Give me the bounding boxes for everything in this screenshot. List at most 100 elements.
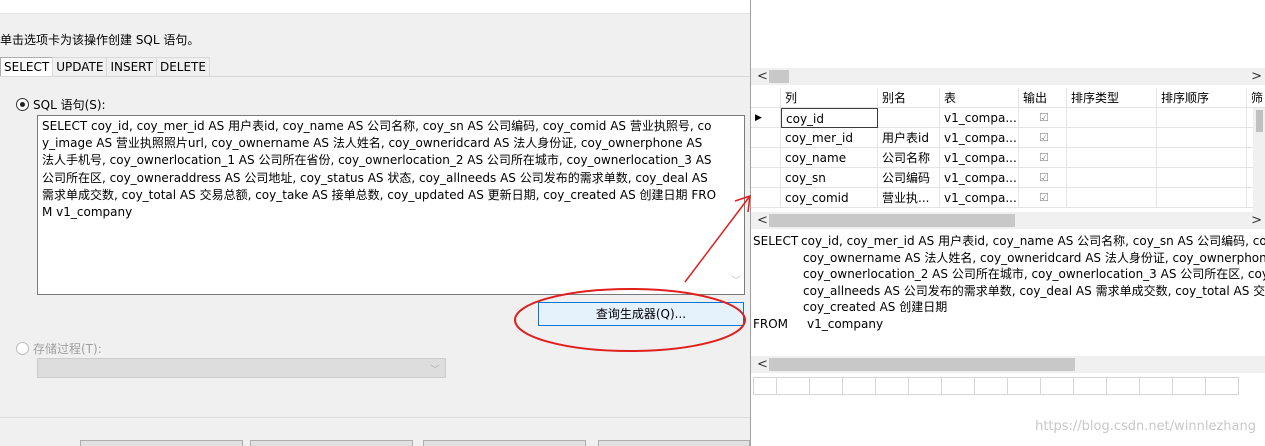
scroll-left-icon[interactable]: < [757, 68, 768, 85]
row-header[interactable] [751, 168, 781, 188]
row-header[interactable] [751, 128, 781, 148]
grid-cell-sort-order[interactable] [1157, 168, 1247, 188]
tab-update[interactable]: UPDATE [52, 57, 108, 76]
grid-header-filter: 筛 [1247, 88, 1265, 108]
grid-header-alias: 别名 [878, 88, 940, 108]
grid-row[interactable]: ▶ coy_id v1_compa... ☑ [751, 108, 1265, 128]
tab-select[interactable]: SELECT [0, 57, 54, 77]
grid-cell-sort-type[interactable] [1067, 168, 1157, 188]
grid-cell-table[interactable]: v1_compa... [940, 128, 1019, 148]
results-header-row [753, 377, 1239, 395]
sql-line: coy_created AS 创建日期 [803, 300, 948, 314]
grid-hscrollbar[interactable]: < > [751, 212, 1265, 229]
previous-button[interactable] [80, 440, 243, 446]
grid-cell-table[interactable]: v1_compa... [940, 168, 1019, 188]
footer-divider [0, 417, 750, 418]
diagram-hscrollbar[interactable]: < > [751, 68, 1265, 85]
scrollbar-thumb[interactable] [769, 70, 789, 83]
grid-cell-sort-type[interactable] [1067, 188, 1157, 208]
sql-keyword: SELECT [753, 234, 799, 248]
grid-cell-sort-order[interactable] [1157, 188, 1247, 208]
grid-cell-sort-order[interactable] [1157, 128, 1247, 148]
sql-statement-label: SQL 语句(S): [33, 98, 106, 112]
grid-cell-column[interactable]: coy_mer_id [781, 128, 878, 148]
grid-cell-sort-type[interactable] [1067, 108, 1157, 128]
grid-cell-alias[interactable]: 公司编码 [878, 168, 940, 188]
diagram-pane[interactable] [751, 0, 1265, 68]
stored-procedure-label: 存储过程(T): [33, 342, 102, 356]
scroll-left-icon[interactable]: < [757, 212, 768, 229]
grid-header-sort-type: 排序类型 [1067, 88, 1157, 108]
grid-cell-column[interactable]: coy_name [781, 148, 878, 168]
scrollbar-thumb[interactable] [769, 358, 1075, 371]
grid-cell-column[interactable]: coy_id [781, 108, 878, 128]
query-builder-window: < > 列 别名 表 输出 排序类型 排序顺序 筛 ▶ coy_id v1_co… [750, 0, 1265, 446]
grid-row[interactable]: coy_sn 公司编码 v1_compa... ☑ [751, 168, 1265, 188]
tab-insert[interactable]: INSERT [106, 57, 157, 76]
scroll-right-icon[interactable]: > [1251, 68, 1262, 85]
sql-statement-text: SELECT coy_id, coy_mer_id AS 用户表id, coy_… [42, 119, 717, 220]
query-builder-button[interactable]: 查询生成器(Q)... [538, 302, 744, 326]
chevron-down-icon[interactable]: ﹀ [731, 273, 741, 290]
sql-hscrollbar[interactable]: < [751, 356, 1265, 373]
sql-line: coy_ownerlocation_2 AS 公司所在城市, coy_owner… [803, 267, 1265, 281]
sql-pane[interactable]: SELECT coy_id, coy_mer_id AS 用户表id, coy_… [751, 230, 1265, 352]
sql-statement-option[interactable]: SQL 语句(S): [16, 96, 106, 113]
grid-cell-table[interactable]: v1_compa... [940, 188, 1019, 208]
row-header[interactable] [751, 148, 781, 168]
sql-textarea-scrollbar[interactable]: ﹀ [727, 116, 744, 294]
scroll-left-icon[interactable]: < [757, 356, 768, 373]
grid-cell-sort-type[interactable] [1067, 148, 1157, 168]
watermark: https://blog.csdn.net/winnlezhang [1035, 419, 1256, 434]
grid-cell-alias[interactable]: 用户表id [878, 128, 940, 148]
row-header[interactable] [751, 188, 781, 208]
sql-line: v1_company [807, 316, 884, 331]
instruction-text: 单击选项卡为该操作创建 SQL 语句。 [0, 33, 200, 47]
grid-row[interactable]: coy_name 公司名称 v1_compa... ☑ [751, 148, 1265, 168]
grid-header-column: 列 [781, 88, 878, 108]
grid-cell-column[interactable]: coy_sn [781, 168, 878, 188]
next-button[interactable] [250, 440, 413, 446]
grid-row[interactable]: coy_mer_id 用户表id v1_compa... ☑ [751, 128, 1265, 148]
grid-header-table: 表 [940, 88, 1019, 108]
chevron-down-icon: ﹀ [430, 365, 440, 376]
results-grid: https://blog.csdn.net/winnlezhang [751, 374, 1265, 446]
grid-header-sort-order: 排序顺序 [1157, 88, 1247, 108]
grid-cell-alias[interactable]: 营业执... [878, 188, 940, 208]
grid-cell-sort-type[interactable] [1067, 128, 1157, 148]
grid-cell-sort-order[interactable] [1157, 108, 1247, 128]
output-checkbox[interactable]: ☑ [1019, 128, 1067, 148]
grid-corner [751, 88, 781, 108]
output-checkbox[interactable]: ☑ [1019, 168, 1067, 188]
sql-line: coy_ownername AS 法人姓名, coy_owneridcard A… [803, 250, 1265, 265]
scroll-right-icon[interactable]: > [1251, 212, 1262, 229]
sql-line: coy_allneeds AS 公司发布的需求单数, coy_deal AS 需… [803, 283, 1265, 298]
grid-cell-sort-order[interactable] [1157, 148, 1247, 168]
scrollbar-thumb[interactable] [769, 214, 1015, 227]
configure-data-source-panel: 单击选项卡为该操作创建 SQL 语句。 SELECT UPDATE INSERT… [0, 0, 750, 446]
current-row-marker-icon: ▶ [751, 108, 781, 128]
finish-button[interactable] [423, 440, 586, 446]
output-checkbox[interactable]: ☑ [1019, 108, 1067, 128]
sql-keyword: FROM [753, 316, 789, 331]
tab-delete[interactable]: DELETE [155, 57, 210, 76]
criteria-grid: 列 别名 表 输出 排序类型 排序顺序 筛 ▶ coy_id v1_compa.… [751, 88, 1265, 212]
grid-cell-table[interactable]: v1_compa... [940, 148, 1019, 168]
grid-vscrollbar[interactable] [1253, 108, 1265, 212]
stored-procedure-option: 存储过程(T): [16, 340, 102, 357]
sql-statement-radio[interactable] [16, 98, 29, 111]
stored-procedure-radio [16, 342, 29, 355]
grid-cell-alias[interactable]: 公司名称 [878, 148, 940, 168]
scrollbar-thumb[interactable] [1256, 110, 1263, 132]
output-checkbox[interactable]: ☑ [1019, 148, 1067, 168]
grid-cell-column[interactable]: coy_comid [781, 188, 878, 208]
stored-procedure-select: ﹀ [37, 358, 446, 378]
cancel-button[interactable] [598, 440, 750, 446]
output-checkbox[interactable]: ☑ [1019, 188, 1067, 208]
sql-statement-textarea[interactable]: SELECT coy_id, coy_mer_id AS 用户表id, coy_… [37, 115, 745, 295]
grid-row[interactable]: coy_comid 营业执... v1_compa... ☑ [751, 188, 1265, 208]
grid-cell-alias[interactable] [878, 108, 940, 128]
grid-cell-table[interactable]: v1_compa... [940, 108, 1019, 128]
sql-line: coy_id, coy_mer_id AS 用户表id, coy_name AS… [801, 234, 1265, 248]
statement-tabs: SELECT UPDATE INSERT DELETE [0, 57, 210, 77]
